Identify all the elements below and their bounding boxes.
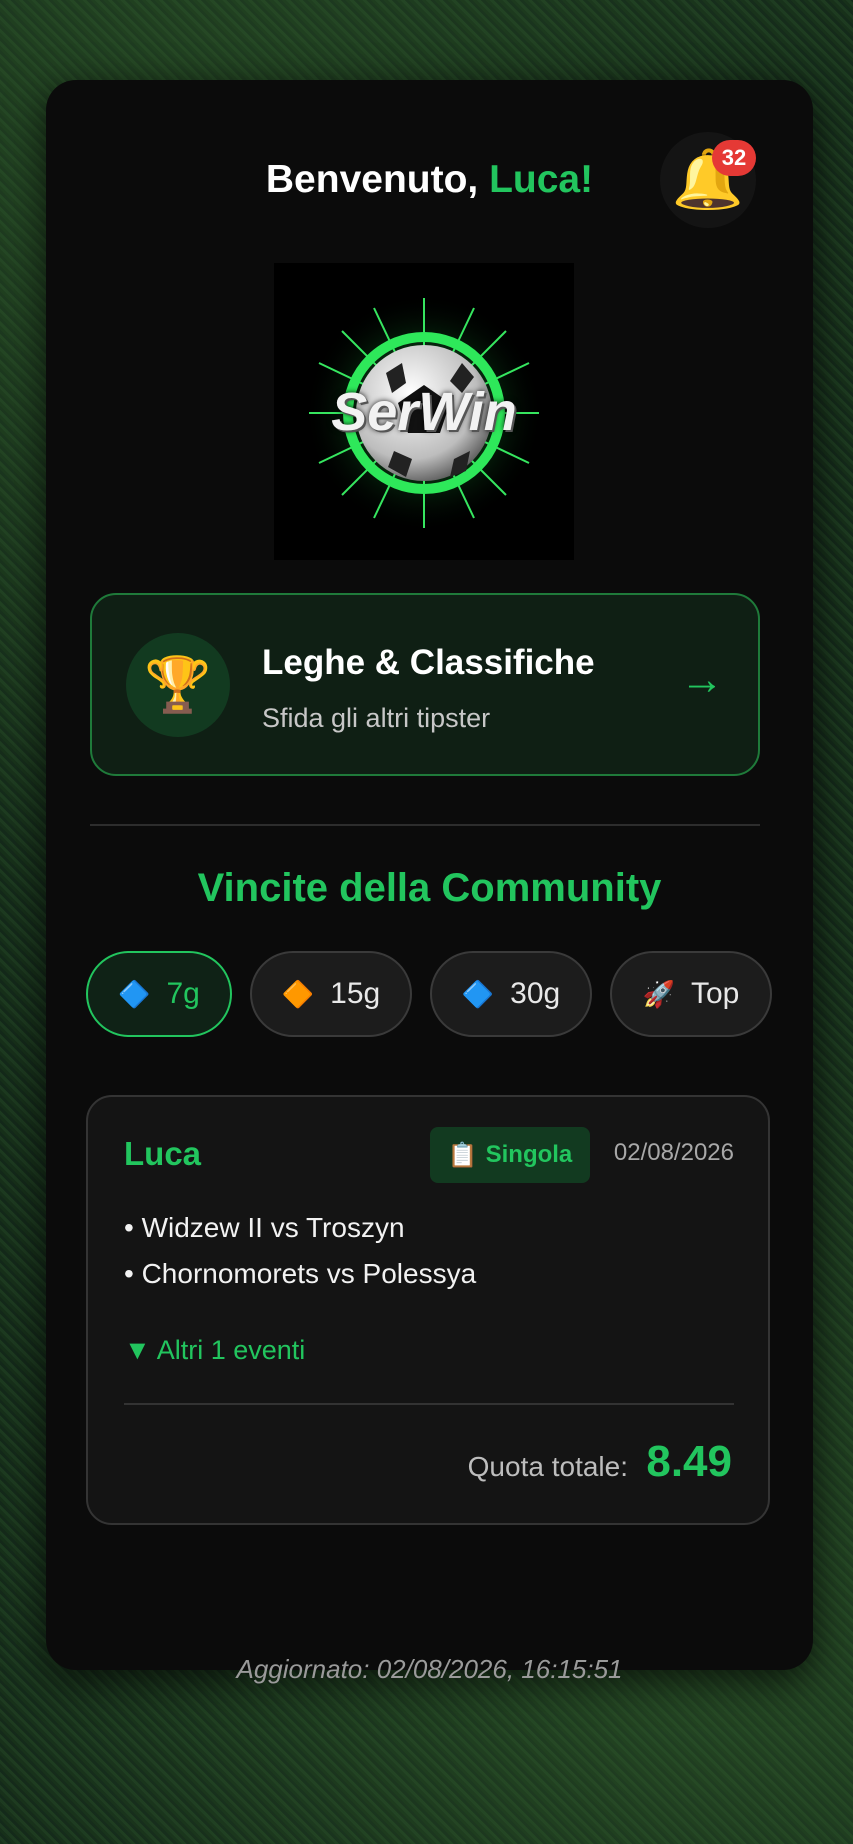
welcome-prefix: Benvenuto, (265, 158, 490, 201)
total-odds-label: Quota totale: (467, 1451, 628, 1482)
leagues-subtitle: Sfida gli altri tipster (262, 703, 491, 733)
filter-label: 30g (510, 977, 561, 1010)
notifications-button[interactable]: 🔔 32 (660, 132, 756, 228)
serwin-logo: SerWin (274, 263, 574, 560)
last-updated: Aggiornato: 02/08/2026, 16:15:51 (236, 1654, 623, 1684)
rocket-icon: 🚀 (642, 978, 675, 1009)
filter-label: 15g (330, 977, 381, 1010)
arrow-right-icon: → (680, 655, 724, 704)
filter-top[interactable]: 🚀 Top (610, 951, 772, 1037)
post-user[interactable]: Luca (124, 1135, 201, 1173)
notification-badge: 32 (712, 140, 756, 176)
section-divider (90, 824, 760, 826)
list-item: • Chornomorets vs Polessya (124, 1258, 477, 1289)
post-divider (124, 1403, 734, 1405)
clipboard-icon: 📋 (447, 1141, 478, 1169)
community-post-card: Luca 📋 Singola 02/08/2026 • Widzew II vs… (86, 1095, 770, 1525)
show-more-events-button[interactable]: ▼ Altri 1 eventi (124, 1335, 305, 1366)
filter-label: Top (691, 977, 740, 1010)
list-item: • Widzew II vs Troszyn (124, 1212, 405, 1243)
post-date: 02/08/2026 (613, 1139, 734, 1166)
leagues-title: Leghe & Classifiche (262, 643, 595, 682)
filter-7g[interactable]: 🔷 7g (86, 951, 232, 1037)
blue-diamond-icon: 🔷 (461, 978, 495, 1009)
leagues-card[interactable]: 🏆 Leghe & Classifiche Sfida gli altri ti… (90, 593, 760, 776)
trophy-icon: 🏆 (126, 633, 230, 737)
bet-type-badge: 📋 Singola (430, 1127, 590, 1183)
filter-30g[interactable]: 🔷 30g (430, 951, 592, 1037)
community-title: Vincite della Community (197, 866, 662, 910)
total-odds-value: 8.49 (646, 1437, 732, 1486)
main-card: Benvenuto, Luca! 🔔 32 SerWin 🏆 Leghe & C… (46, 80, 813, 1684)
logo-text: SerWin (331, 382, 517, 442)
filter-15g[interactable]: 🔶 15g (250, 951, 412, 1037)
filter-label: 7g (166, 977, 200, 1010)
blue-diamond-icon: 🔷 (118, 978, 151, 1009)
user-name: Luca! (489, 158, 594, 201)
bet-type-label: Singola (485, 1141, 573, 1168)
orange-diamond-icon: 🔶 (281, 978, 315, 1009)
events-list: • Widzew II vs Troszyn • Chornomorets vs… (124, 1205, 476, 1297)
